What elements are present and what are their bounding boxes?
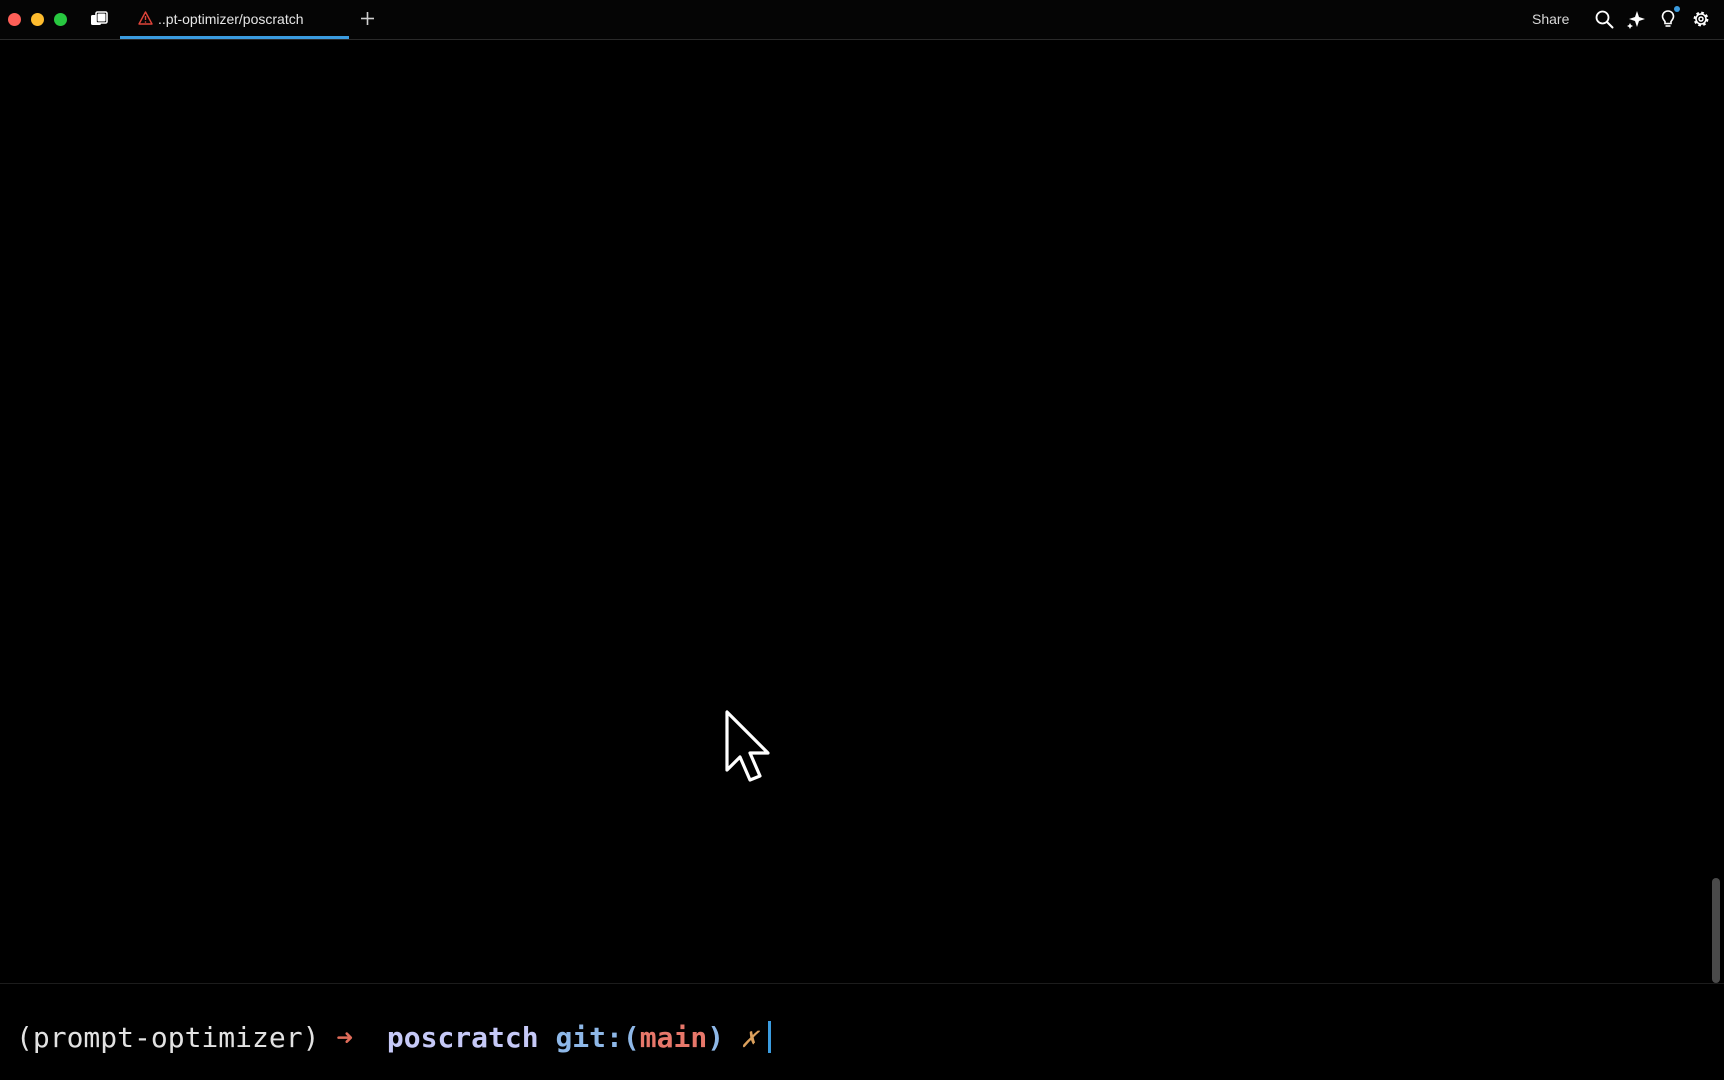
close-window-button[interactable] <box>8 13 21 26</box>
search-icon[interactable] <box>1594 9 1614 29</box>
prompt-git-prefix: git:( <box>555 1021 640 1054</box>
prompt-git-suffix: ) <box>707 1021 725 1054</box>
share-button[interactable]: Share <box>1532 11 1569 27</box>
scrollbar-thumb[interactable] <box>1712 878 1720 983</box>
panel-toggle-icon[interactable] <box>90 11 108 27</box>
prompt-dirty-marker: ✗ <box>740 1021 758 1054</box>
warning-triangle-icon <box>138 11 153 25</box>
terminal-output[interactable] <box>0 40 1724 983</box>
tab-title: ..pt-optimizer/poscratch <box>158 11 304 27</box>
plus-icon[interactable] <box>359 10 376 27</box>
tab-poscratch[interactable]: ..pt-optimizer/poscratch <box>120 0 349 39</box>
maximize-window-button[interactable] <box>54 13 67 26</box>
text-cursor <box>767 1021 771 1053</box>
terminal-window: ..pt-optimizer/poscratch Share (prompt-o… <box>0 0 1724 1080</box>
prompt-branch: main <box>639 1021 708 1054</box>
active-tab-indicator <box>120 36 349 39</box>
minimize-window-button[interactable] <box>31 13 44 26</box>
prompt-divider <box>0 983 1724 984</box>
title-bar: ..pt-optimizer/poscratch Share <box>0 0 1724 40</box>
prompt-env: (prompt-optimizer) <box>16 1021 320 1054</box>
mouse-pointer-icon <box>724 710 774 784</box>
gear-icon[interactable] <box>1691 9 1711 29</box>
prompt-directory: poscratch <box>386 1021 539 1054</box>
command-input[interactable]: (prompt-optimizer) ➜ poscratch git:(main… <box>16 1018 771 1058</box>
notification-dot <box>1674 6 1680 12</box>
sparkle-icon[interactable] <box>1626 9 1646 29</box>
lightbulb-icon[interactable] <box>1658 9 1678 29</box>
prompt-arrow: ➜ <box>336 1021 354 1054</box>
